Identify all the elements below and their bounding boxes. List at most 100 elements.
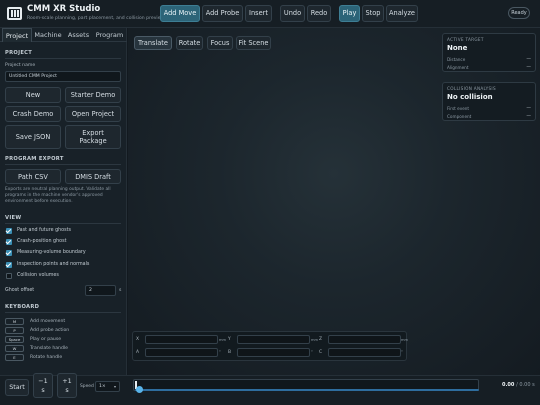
collision-analysis-title: COLLISION ANALYSIS xyxy=(447,86,496,91)
translate-tool-button[interactable]: Translate xyxy=(134,36,172,50)
project-name-input[interactable]: Untitled CMM Project xyxy=(5,71,121,82)
tab-program[interactable]: Program xyxy=(93,28,126,42)
checkbox-inspection-points[interactable] xyxy=(6,262,12,268)
step-back-unit: s xyxy=(41,385,45,394)
key-m: M xyxy=(5,318,24,325)
coord-a-input[interactable] xyxy=(145,348,218,357)
rotate-tool-button[interactable]: Rotate xyxy=(176,36,203,50)
collision-analysis-card: COLLISION ANALYSIS No collision First ev… xyxy=(442,82,536,121)
distance-value: — xyxy=(526,57,531,62)
left-panel: Project Machine Assets Program PROJECT P… xyxy=(0,28,127,405)
app-logo-icon xyxy=(7,7,22,20)
project-section-title: PROJECT xyxy=(5,50,33,56)
undo-button[interactable]: Undo xyxy=(280,5,305,22)
crash-demo-button[interactable]: Crash Demo xyxy=(5,106,61,122)
add-probe-button[interactable]: Add Probe xyxy=(202,5,243,22)
coord-x-input[interactable] xyxy=(145,335,218,344)
checkbox-label: Inspection points and normals xyxy=(17,262,90,267)
step-forward-label: +1 xyxy=(62,376,72,385)
coord-b-label: B xyxy=(228,350,232,355)
checkbox-crash-position-ghost[interactable] xyxy=(6,239,12,245)
coord-b-input[interactable] xyxy=(237,348,310,357)
analyze-button[interactable]: Analyze xyxy=(386,5,418,22)
coord-b-unit: ° xyxy=(311,350,313,354)
component-value: — xyxy=(526,114,531,119)
tab-assets[interactable]: Assets xyxy=(64,28,93,42)
new-project-button[interactable]: New xyxy=(5,87,61,103)
ghost-offset-unit: s xyxy=(119,288,122,293)
coord-y-unit: mm xyxy=(311,338,319,342)
checkbox-label: Past and future ghosts xyxy=(17,228,71,233)
ghost-offset-input[interactable]: 2 xyxy=(85,285,116,296)
chevron-down-icon: ▾ xyxy=(113,384,116,389)
collision-status: No collision xyxy=(447,93,493,101)
checkbox-past-future-ghosts[interactable] xyxy=(6,228,12,234)
time-readout: 0.00 / 0.00 s xyxy=(502,382,535,388)
coord-z-label: Z xyxy=(319,337,323,342)
step-forward-button[interactable]: +1 s xyxy=(57,373,77,398)
coord-c-unit: ° xyxy=(401,350,403,354)
coord-y-input[interactable] xyxy=(237,335,310,344)
step-forward-unit: s xyxy=(65,385,69,394)
stop-button[interactable]: Stop xyxy=(362,5,384,22)
checkbox-label: Measuring-volume boundary xyxy=(17,250,86,255)
step-back-button[interactable]: −1 s xyxy=(33,373,53,398)
dmis-draft-button[interactable]: DMIS Draft xyxy=(65,169,121,184)
scrub-slider-track[interactable] xyxy=(135,389,479,391)
export-disclaimer: Exports are neutral planning output. Val… xyxy=(5,187,111,204)
start-button[interactable]: Start xyxy=(5,379,29,396)
coordinate-editor: X mm Y mm Z mm A ° B ° C ° xyxy=(132,331,409,361)
scrub-slider-thumb[interactable] xyxy=(136,386,143,393)
coord-c-input[interactable] xyxy=(328,348,401,357)
app-title: CMM XR Studio xyxy=(27,4,101,14)
save-json-button[interactable]: Save JSON xyxy=(5,125,61,149)
speed-value: 1× xyxy=(99,384,106,389)
checkbox-measuring-volume-boundary[interactable] xyxy=(6,250,12,256)
insert-button[interactable]: Insert xyxy=(245,5,272,22)
checkbox-collision-volumes[interactable] xyxy=(6,273,12,279)
play-button[interactable]: Play xyxy=(339,5,360,22)
coord-z-unit: mm xyxy=(401,338,409,342)
export-package-button[interactable]: Export Package xyxy=(65,125,121,149)
coord-x-label: X xyxy=(136,337,140,342)
checkbox-label: Collision volumes xyxy=(17,273,59,278)
distance-label: Distance xyxy=(447,57,466,62)
3d-viewport[interactable]: Translate Rotate Focus Fit Scene ACTIVE … xyxy=(128,28,540,375)
coord-z-input[interactable] xyxy=(328,335,401,344)
redo-button[interactable]: Redo xyxy=(307,5,331,22)
path-csv-button[interactable]: Path CSV xyxy=(5,169,61,184)
focus-button[interactable]: Focus xyxy=(207,36,233,50)
shortcut-desc: Play or pause xyxy=(30,337,62,342)
checkbox-label: Crash-position ghost xyxy=(17,239,67,244)
view-section-title: VIEW xyxy=(5,215,22,221)
key-p: P xyxy=(5,327,24,334)
add-move-button[interactable]: Add Move xyxy=(160,5,200,22)
component-label: Component xyxy=(447,114,472,119)
project-name-label: Project name xyxy=(5,63,36,68)
coord-a-label: A xyxy=(136,350,140,355)
active-target-value: None xyxy=(447,44,468,52)
divider xyxy=(5,58,121,59)
keyboard-section-title: KEYBOARD xyxy=(5,304,40,310)
time-current: 0.00 xyxy=(502,382,515,388)
divider xyxy=(5,223,121,224)
ghost-offset-label: Ghost offset xyxy=(5,288,35,293)
active-target-title: ACTIVE TARGET xyxy=(447,37,484,42)
shortcut-desc: Add probe action xyxy=(30,328,70,333)
coord-a-unit: ° xyxy=(219,350,221,354)
coord-y-label: Y xyxy=(228,337,231,342)
tab-machine[interactable]: Machine xyxy=(32,28,64,42)
shortcut-desc: Translate handle xyxy=(30,346,68,351)
coord-c-label: C xyxy=(319,350,323,355)
fit-scene-button[interactable]: Fit Scene xyxy=(236,36,271,50)
speed-select[interactable]: 1× ▾ xyxy=(95,381,120,392)
alignment-label: Alignment xyxy=(447,65,469,70)
starter-demo-button[interactable]: Starter Demo xyxy=(65,87,121,103)
panel-tabs: Project Machine Assets Program xyxy=(0,28,127,42)
shortcut-desc: Rotate handle xyxy=(30,355,63,360)
alignment-value: — xyxy=(526,65,531,70)
key-w: W xyxy=(5,345,24,352)
open-project-button[interactable]: Open Project xyxy=(65,106,121,122)
step-back-label: −1 xyxy=(38,376,48,385)
tab-project[interactable]: Project xyxy=(2,28,32,42)
